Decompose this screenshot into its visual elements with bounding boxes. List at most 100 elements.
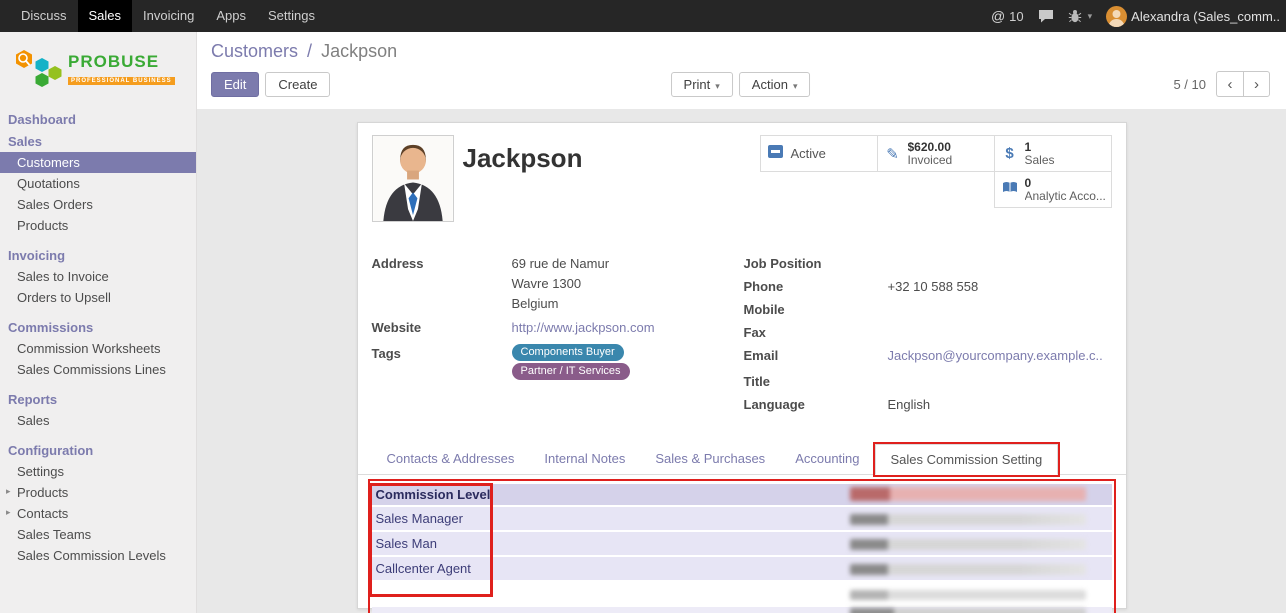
stat-button-sales[interactable]: $ 1 Sales (994, 135, 1112, 172)
sidebar-item-customers[interactable]: Customers (0, 152, 196, 173)
sidebar-item-commission-worksheets[interactable]: Commission Worksheets (0, 338, 196, 359)
stat-button-analytic[interactable]: 0 Analytic Acco... (994, 171, 1112, 208)
customer-name: Jackpson (463, 143, 583, 222)
breadcrumb-current: Jackpson (321, 41, 397, 61)
user-menu[interactable]: Alexandra (Sales_comm.. (1106, 6, 1280, 27)
logo-text: PROBUSE PROFESSIONAL BUSINESS (68, 53, 175, 85)
mobile-label: Mobile (744, 300, 888, 319)
column-header-commission-level[interactable]: Commission Level (372, 487, 492, 502)
email-link[interactable]: Jackpson@yourcompany.example.c.. (888, 348, 1103, 363)
expand-arrow-icon[interactable]: ▸ (6, 507, 11, 518)
sidebar-item-sales-to-invoice[interactable]: Sales to Invoice (0, 266, 196, 287)
website-label: Website (372, 318, 512, 337)
invoice-pencil-icon: ✎ (884, 145, 902, 163)
pager-counter: 5 / 10 (1173, 77, 1206, 92)
sidebar-item-settings[interactable]: Settings (0, 461, 196, 482)
sidebar-heading-configuration[interactable]: Configuration (0, 439, 196, 461)
menu-sales[interactable]: Sales (78, 0, 133, 32)
website-link[interactable]: http://www.jackpson.com (512, 320, 655, 335)
pager-previous-button[interactable]: ‹ (1216, 71, 1243, 97)
caret-down-icon: ▾ (715, 81, 720, 91)
sales-count-label: Sales (1025, 154, 1055, 167)
sidebar-item-sales-commission-levels[interactable]: Sales Commission Levels (0, 545, 196, 566)
sidebar-heading-invoicing[interactable]: Invoicing (0, 244, 196, 266)
create-button[interactable]: Create (265, 72, 330, 97)
action-dropdown-button[interactable]: Action▾ (739, 72, 811, 97)
address-line: Wavre 1300 (512, 274, 744, 294)
menu-apps[interactable]: Apps (205, 0, 257, 32)
sidebar-heading-sales[interactable]: Sales (0, 130, 196, 152)
probuse-logo[interactable]: PROBUSE PROFESSIONAL BUSINESS (0, 32, 196, 108)
title-value (888, 372, 1112, 391)
control-panel-buttons: Edit Create Print▾ Action▾ 5 / 10 ‹ › (211, 71, 1270, 97)
mention-counter-button[interactable]: @ 10 (991, 8, 1024, 24)
caret-down-icon: ▾ (1088, 11, 1093, 22)
tab-contacts-addresses[interactable]: Contacts & Addresses (372, 444, 530, 474)
sidebar-item-config-contacts[interactable]: ▸ Contacts (0, 503, 196, 524)
tag-partner-it-services: Partner / IT Services (512, 363, 630, 380)
stat-label-active: Active (791, 146, 826, 161)
tag-components-buyer: Components Buyer (512, 344, 624, 361)
job-position-value (888, 254, 1112, 273)
redacted-region (850, 564, 1086, 575)
tab-sales-purchases[interactable]: Sales & Purchases (640, 444, 780, 474)
invoiced-value: $620.00 (908, 141, 953, 154)
menu-invoicing[interactable]: Invoicing (132, 0, 205, 32)
sidebar-item-sales-commissions-lines[interactable]: Sales Commissions Lines (0, 359, 196, 380)
sidebar-item-products[interactable]: Products (0, 215, 196, 236)
expand-arrow-icon[interactable]: ▸ (6, 486, 11, 497)
tab-internal-notes[interactable]: Internal Notes (529, 444, 640, 474)
table-row-empty[interactable] (372, 605, 1112, 613)
commission-level-cell: Callcenter Agent (372, 561, 492, 576)
sidebar-item-reports-sales[interactable]: Sales (0, 410, 196, 431)
messages-button[interactable] (1038, 9, 1054, 23)
sidebar-item-orders-to-upsell[interactable]: Orders to Upsell (0, 287, 196, 308)
sidebar-item-sales-teams[interactable]: Sales Teams (0, 524, 196, 545)
mobile-value (888, 300, 1112, 319)
edit-button[interactable]: Edit (211, 72, 259, 97)
table-row-sales-manager[interactable]: Sales Manager (372, 505, 1112, 530)
bug-icon (1068, 9, 1082, 23)
address-label: Address (372, 254, 512, 314)
at-icon: @ (991, 8, 1005, 24)
print-dropdown-button[interactable]: Print▾ (671, 72, 733, 97)
invoiced-label: Invoiced (908, 154, 953, 167)
main-area: Customers / Jackpson Edit Create Print▾ … (197, 32, 1286, 613)
table-row-sales-man[interactable]: Sales Man (372, 530, 1112, 555)
tab-sales-commission-setting[interactable]: Sales Commission Setting (875, 444, 1059, 475)
sidebar-heading-commissions[interactable]: Commissions (0, 316, 196, 338)
customer-form-sheet: Jackpson Active ✎ $620.00 Invoiced (357, 122, 1127, 609)
tab-accounting[interactable]: Accounting (780, 444, 874, 474)
mention-count: 10 (1009, 9, 1023, 24)
stat-button-invoiced[interactable]: ✎ $620.00 Invoiced (877, 135, 995, 172)
menu-discuss[interactable]: Discuss (10, 0, 78, 32)
top-menu-list: Discuss Sales Invoicing Apps Settings (10, 0, 326, 32)
sidebar-heading-reports[interactable]: Reports (0, 388, 196, 410)
sidebar-item-quotations[interactable]: Quotations (0, 173, 196, 194)
sales-count-value: 1 (1025, 141, 1055, 154)
analytic-value: 0 (1025, 177, 1105, 190)
commission-table: Commission Level Sales Manager Sales Man… (372, 484, 1112, 613)
top-navbar: Discuss Sales Invoicing Apps Settings @ … (0, 0, 1286, 32)
redacted-region (850, 487, 1086, 501)
user-avatar (1106, 6, 1127, 27)
sidebar-item-label: Contacts (17, 506, 68, 521)
active-toggle-icon (768, 145, 783, 158)
menu-settings[interactable]: Settings (257, 0, 326, 32)
breadcrumb-separator: / (307, 41, 312, 61)
sidebar-heading-dashboard[interactable]: Dashboard (0, 108, 196, 130)
phone-value: +32 10 588 558 (888, 277, 1112, 296)
sidebar-item-config-products[interactable]: ▸ Products (0, 482, 196, 503)
stat-button-active[interactable]: Active (760, 135, 878, 172)
pager: ‹ › (1216, 71, 1270, 97)
pager-next-button[interactable]: › (1243, 71, 1270, 97)
table-row-callcenter-agent[interactable]: Callcenter Agent (372, 555, 1112, 580)
stat-buttons: Active ✎ $620.00 Invoiced $ (757, 135, 1112, 222)
sidebar-item-sales-orders[interactable]: Sales Orders (0, 194, 196, 215)
breadcrumb-customers-link[interactable]: Customers (211, 41, 298, 61)
tag-list: Components Buyer Partner / IT Services (512, 344, 744, 380)
address-line: Belgium (512, 294, 744, 314)
debug-menu-button[interactable]: ▾ (1068, 9, 1093, 23)
table-row-empty[interactable] (372, 580, 1112, 605)
analytic-book-icon (1002, 181, 1018, 194)
